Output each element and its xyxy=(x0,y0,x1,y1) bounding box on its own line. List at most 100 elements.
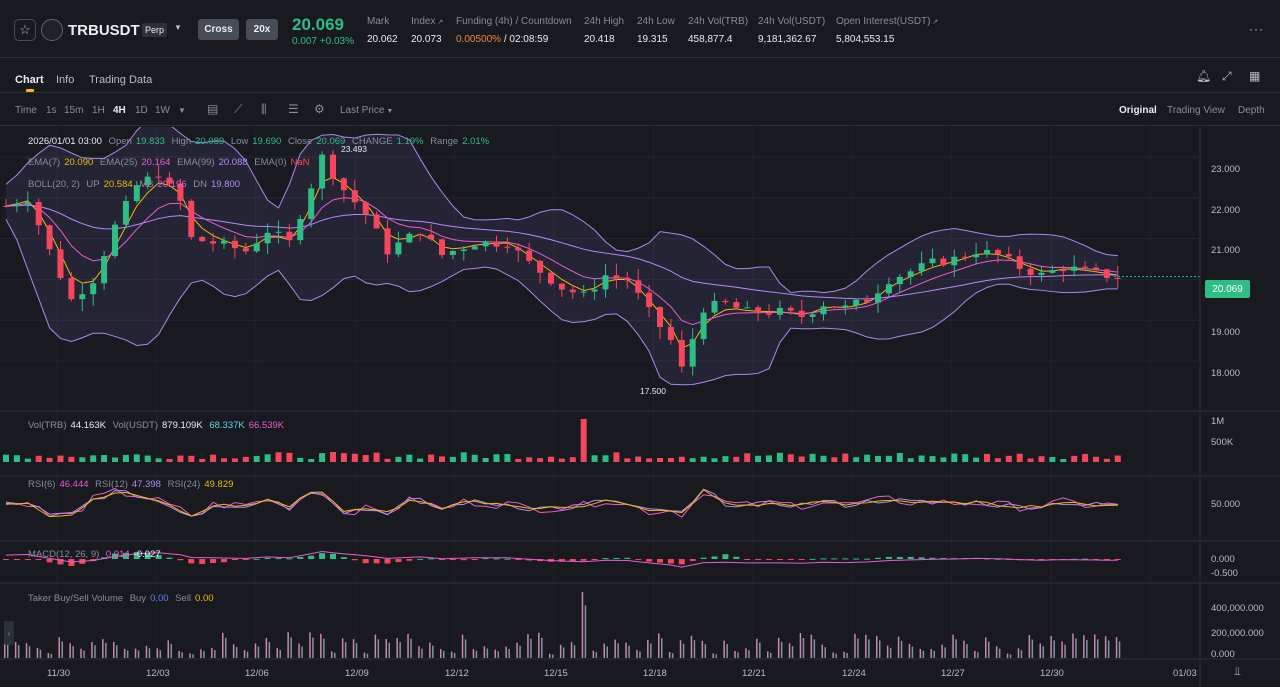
taker-sell-bar xyxy=(647,639,649,658)
expand-icon[interactable]: ⤢ xyxy=(1222,69,1232,84)
candle-body xyxy=(744,307,751,309)
taker-sell-bar xyxy=(756,638,758,658)
leverage-button[interactable]: 20x xyxy=(246,19,278,40)
x-tick: 12/21 xyxy=(742,668,766,679)
chevron-down-icon[interactable]: ▼ xyxy=(178,106,186,115)
candle-body xyxy=(624,277,631,281)
macd-bar xyxy=(624,557,631,559)
taker-buy-bar xyxy=(846,652,848,658)
volume-bar xyxy=(580,419,587,462)
view-trading-view[interactable]: Trading View xyxy=(1167,105,1225,116)
taker-sell-bar xyxy=(505,646,507,658)
grid-icon[interactable]: ▦ xyxy=(1249,69,1260,83)
volume-bar xyxy=(537,458,544,462)
stat-index[interactable]: Index ↗ 20.073 xyxy=(411,16,443,45)
candle-body xyxy=(515,247,522,251)
margin-mode-button[interactable]: Cross xyxy=(198,19,239,40)
candle-body xyxy=(3,205,9,207)
volume-bar xyxy=(210,454,217,462)
tab-trading-data[interactable]: Trading Data xyxy=(89,74,152,86)
candle-body xyxy=(471,246,478,250)
timeframe-time[interactable]: Time xyxy=(15,105,37,116)
view-depth[interactable]: Depth xyxy=(1238,105,1265,116)
taker-sell-bar xyxy=(494,649,496,658)
price-tick: 18.000 xyxy=(1211,368,1241,379)
rsi-6-line xyxy=(5,487,1118,518)
taker-sell-bar xyxy=(603,643,605,658)
timeframe-1s[interactable]: 1s xyxy=(46,105,57,116)
candle-style-icon[interactable]: ⫼ xyxy=(261,102,267,117)
taker-sell-bar xyxy=(636,649,638,658)
volume-bar xyxy=(558,458,565,462)
price-type-select[interactable]: Last Price ▼ xyxy=(340,105,393,116)
symbol-name[interactable]: TRBUSDT xyxy=(68,22,140,39)
taker-buy-bar xyxy=(726,644,728,658)
taker-buy-bar xyxy=(301,646,303,658)
volume-bar xyxy=(1027,458,1034,462)
candle-body xyxy=(918,263,925,272)
taker-sell-bar xyxy=(788,643,791,658)
macd-bar xyxy=(896,556,903,559)
timeframe-1h[interactable]: 1H xyxy=(92,105,105,116)
taker-sell-bar xyxy=(549,653,551,658)
indicator-icon[interactable]: ⟋ xyxy=(234,102,242,117)
panel-collapse-handle[interactable]: ‹ xyxy=(4,621,14,645)
volume-bar xyxy=(221,458,227,462)
calendar-icon[interactable]: ▤ xyxy=(207,102,218,116)
volume-bar xyxy=(79,457,86,462)
candle-body xyxy=(319,154,326,189)
candle-body xyxy=(896,276,903,285)
gear-icon[interactable]: ⚙ xyxy=(314,102,325,116)
candle-body xyxy=(406,233,413,243)
volume-bar xyxy=(253,455,260,462)
candle-body xyxy=(526,250,533,261)
macd-bar xyxy=(591,559,598,560)
macd-bar xyxy=(875,557,881,559)
taker-buy-bar xyxy=(628,645,630,658)
timeframe-1d[interactable]: 1D xyxy=(135,105,148,116)
taker-sell-bar xyxy=(374,634,377,658)
stat-open-interest[interactable]: Open Interest(USDT) ↗ 5,804,553.15 xyxy=(836,16,938,45)
macd-histogram xyxy=(3,550,1121,568)
taker-sell-bar xyxy=(189,653,191,658)
taker-buy-bar xyxy=(955,639,957,658)
chevron-down-icon[interactable]: ▼ xyxy=(174,23,182,32)
timeframe-1w[interactable]: 1W xyxy=(155,105,170,116)
settings-icon[interactable]: ☰ xyxy=(288,102,299,116)
rsi-lines xyxy=(5,487,1118,518)
volume-bar xyxy=(940,457,947,462)
taker-sell-bar xyxy=(854,633,856,658)
bell-icon[interactable]: 🔔︎ xyxy=(1196,69,1211,83)
taker-buy-bar xyxy=(606,646,608,658)
macd-bar xyxy=(657,559,663,563)
volume-tick: 500K xyxy=(1211,437,1234,448)
macd-bar xyxy=(853,558,860,560)
macd-bar xyxy=(330,553,336,559)
volume-bar xyxy=(199,458,206,462)
macd-bar xyxy=(580,559,587,561)
taker-buy-bar xyxy=(323,638,325,658)
view-original[interactable]: Original xyxy=(1119,105,1157,116)
taker-sell-bar xyxy=(559,644,562,658)
candle-body xyxy=(362,202,369,215)
reset-zoom-icon[interactable]: ⫫ xyxy=(1234,664,1241,679)
more-icon[interactable]: ··· xyxy=(1249,22,1264,36)
taker-sell-bar xyxy=(1115,637,1118,658)
tab-chart[interactable]: Chart xyxy=(15,74,44,86)
taker-sell-bar xyxy=(222,632,224,658)
taker-sell-bar xyxy=(930,649,932,658)
price-tick: 19.000 xyxy=(1211,327,1241,338)
taker-buy-bar xyxy=(453,653,456,658)
timeframe-15m[interactable]: 15m xyxy=(64,105,83,116)
taker-buy-bar xyxy=(802,638,805,658)
macd-bar xyxy=(733,556,740,559)
taker-buy-bar xyxy=(421,648,423,658)
taker-buy-bar xyxy=(170,643,172,658)
timeframe-4h[interactable]: 4H xyxy=(113,105,126,116)
volume-bar xyxy=(362,455,369,462)
tab-info[interactable]: Info xyxy=(56,74,74,86)
candle-body xyxy=(1071,266,1078,271)
taker-sell-bar xyxy=(1094,634,1096,658)
star-icon[interactable]: ☆ xyxy=(14,19,36,41)
taker-buy-bar xyxy=(998,648,1001,658)
